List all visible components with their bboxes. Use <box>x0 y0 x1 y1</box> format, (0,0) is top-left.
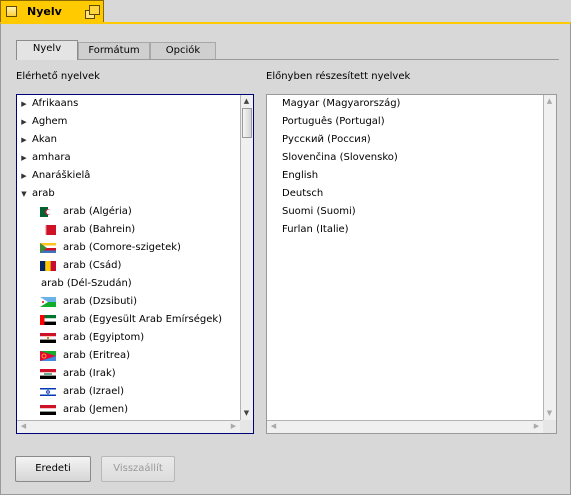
language-label: Anaráškielâ <box>32 170 91 181</box>
scroll-corner <box>543 420 556 433</box>
expand-arrow-icon[interactable]: ▶ <box>19 149 29 167</box>
preferred-language-item[interactable]: Magyar (Magyarország) <box>282 95 400 113</box>
tab-opciok[interactable]: Opciók <box>150 42 216 59</box>
scroll-right-icon[interactable]: ▶ <box>228 421 239 432</box>
available-languages-rows: ▶ Afrikaans ▶ Aghem ▶ Akan ▶ amhara ▶ Anaráškielâ… <box>17 95 240 420</box>
tab-panel: Elérhető nyelvek Előnyben részesített ny… <box>2 60 569 450</box>
preferred-language-item[interactable]: Português (Portugal) <box>282 113 385 131</box>
expand-arrow-icon[interactable]: ▶ <box>19 95 29 113</box>
language-label: arab (Izrael) <box>63 386 125 397</box>
yemen-flag-icon <box>40 404 58 416</box>
available-languages-heading: Elérhető nyelvek <box>16 71 100 82</box>
language-label: Akan <box>32 134 57 145</box>
preferred-languages-rows: Magyar (Magyarország) Português (Portugal… <box>267 95 543 420</box>
window-title-tab[interactable]: Nyelv <box>0 0 104 22</box>
scroll-down-icon[interactable]: ▼ <box>241 408 252 419</box>
language-label: arab (Irak) <box>63 368 116 379</box>
scroll-thumb[interactable] <box>242 108 252 138</box>
uae-flag-icon <box>40 314 58 326</box>
language-label: arab (Dél-Szudán) <box>41 278 132 289</box>
chad-flag-icon <box>40 260 58 272</box>
language-label: arab (Bahrein) <box>63 224 136 235</box>
language-label: Afrikaans <box>32 98 79 109</box>
language-label: Aghem <box>32 116 68 127</box>
preferred-languages-heading: Előnyben részesített nyelvek <box>266 71 411 82</box>
language-label: arab (Csád) <box>63 260 122 271</box>
revert-button[interactable]: Visszaállít <box>101 456 175 482</box>
preferred-language-item[interactable]: Suomi (Suomi) <box>282 203 356 221</box>
scroll-left-icon[interactable]: ◀ <box>268 421 279 432</box>
expand-arrow-icon[interactable]: ▶ <box>19 113 29 131</box>
tab-formatum[interactable]: Formátum <box>78 42 150 59</box>
preferred-horizontal-scrollbar[interactable]: ◀ ▶ <box>267 420 543 433</box>
djibouti-flag-icon <box>40 296 58 308</box>
window-title: Nyelv <box>27 5 62 18</box>
preferred-languages-list[interactable]: Magyar (Magyarország) Português (Portugal… <box>266 94 557 434</box>
language-label: amhara <box>32 152 71 163</box>
preferred-language-item[interactable]: Slovenčina (Slovensko) <box>282 149 398 167</box>
egypt-flag-icon <box>40 332 58 344</box>
scroll-left-icon[interactable]: ◀ <box>18 421 29 432</box>
israel-flag-icon <box>40 386 58 398</box>
preferred-language-item[interactable]: English <box>282 167 318 185</box>
language-label: arab (Jemen) <box>63 404 129 415</box>
iraq-flag-icon <box>40 368 58 380</box>
eritrea-flag-icon <box>40 350 58 362</box>
preferred-language-item[interactable]: Русский (Россия) <box>282 131 371 149</box>
collapse-arrow-icon[interactable]: ▼ <box>19 185 29 203</box>
language-label: arab (Egyiptom) <box>63 332 145 343</box>
language-label: arab (Algéria) <box>63 206 132 217</box>
language-label: arab (Eritrea) <box>63 350 130 361</box>
available-languages-list[interactable]: ▶ Afrikaans ▶ Aghem ▶ Akan ▶ amhara ▶ Anaráškielâ… <box>16 94 254 434</box>
bahrain-flag-icon <box>40 224 58 236</box>
tab-bar: Nyelv Formátum Opciók <box>16 40 559 60</box>
tab-nyelv[interactable]: Nyelv <box>16 40 78 60</box>
language-label: arab (Egyesült Arab Emírségek) <box>63 314 223 325</box>
language-label: arab <box>32 188 55 199</box>
window-frame: Nyelv Formátum Opciók Elérhető nyelvek E… <box>0 22 571 495</box>
scroll-down-icon[interactable]: ▼ <box>544 408 555 419</box>
algeria-flag-icon <box>40 206 58 218</box>
scroll-right-icon[interactable]: ▶ <box>531 421 542 432</box>
scroll-up-icon[interactable]: ▲ <box>544 96 555 107</box>
language-label: arab (Dzsibuti) <box>63 296 138 307</box>
zoom-icon[interactable] <box>85 5 100 19</box>
expand-arrow-icon[interactable]: ▶ <box>19 131 29 149</box>
preferred-language-item[interactable]: Furlan (Italie) <box>282 221 349 239</box>
preferred-vertical-scrollbar[interactable]: ▲ ▼ <box>543 95 556 420</box>
comoros-flag-icon <box>40 242 58 254</box>
close-icon[interactable] <box>6 6 17 17</box>
available-vertical-scrollbar[interactable]: ▲ ▼ <box>240 95 253 420</box>
language-label: arab (Comore-szigetek) <box>63 242 181 253</box>
scroll-up-icon[interactable]: ▲ <box>241 96 252 107</box>
defaults-button[interactable]: Eredeti <box>15 456 91 482</box>
expand-arrow-icon[interactable]: ▶ <box>19 167 29 185</box>
available-horizontal-scrollbar[interactable]: ◀ ▶ <box>17 420 240 433</box>
preferred-language-item[interactable]: Deutsch <box>282 185 323 203</box>
scroll-corner <box>240 420 253 433</box>
